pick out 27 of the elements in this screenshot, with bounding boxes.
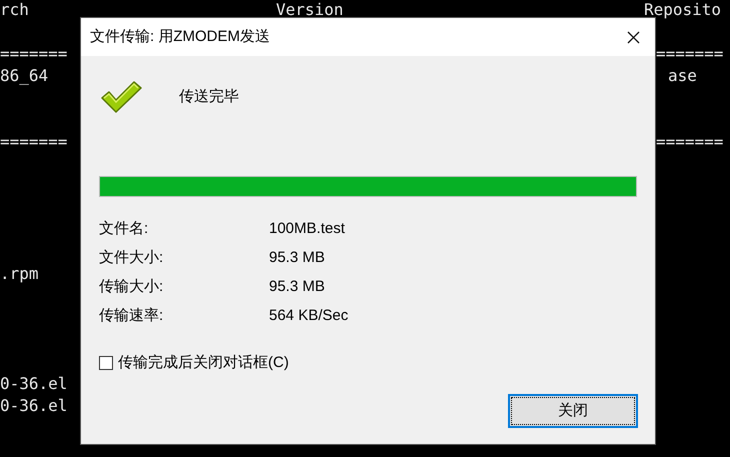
terminal-text: 0-36.el [0, 396, 68, 415]
separator-line: ======= [0, 44, 68, 63]
field-label: 文件名: [99, 219, 150, 240]
field-value: 564 KB/Sec [269, 306, 348, 326]
close-icon [626, 30, 640, 44]
field-value: 95.3 MB [269, 277, 325, 298]
field-label: 传输大小: [99, 277, 164, 298]
window-title: 文件传输: 用ZMODEM发送 [90, 26, 270, 47]
status-text: 传送完毕 [179, 86, 239, 107]
separator-line: ======= [656, 132, 724, 151]
terminal-text: Version [276, 0, 344, 19]
terminal-text: rch [0, 0, 29, 19]
field-label: 传输速率: [99, 306, 164, 326]
terminal-text: 0-36.el [0, 374, 68, 393]
checkbox[interactable] [99, 356, 113, 370]
terminal-text: ase [668, 66, 697, 85]
terminal-text: .rpm [0, 264, 39, 283]
terminal-text: Reposito [644, 0, 722, 19]
separator-line: ======= [656, 44, 724, 63]
field-label: 文件大小: [99, 248, 164, 268]
field-value: 95.3 MB [269, 248, 325, 268]
separator-line: ======= [0, 132, 68, 151]
checkbox-label: 传输完成后关闭对话框(C) [118, 353, 289, 373]
checkmark-icon [99, 79, 143, 115]
terminal-text: 86_64 [0, 66, 48, 85]
field-value: 100MB.test [269, 219, 345, 240]
close-dialog-button[interactable]: 关闭 [508, 394, 638, 428]
